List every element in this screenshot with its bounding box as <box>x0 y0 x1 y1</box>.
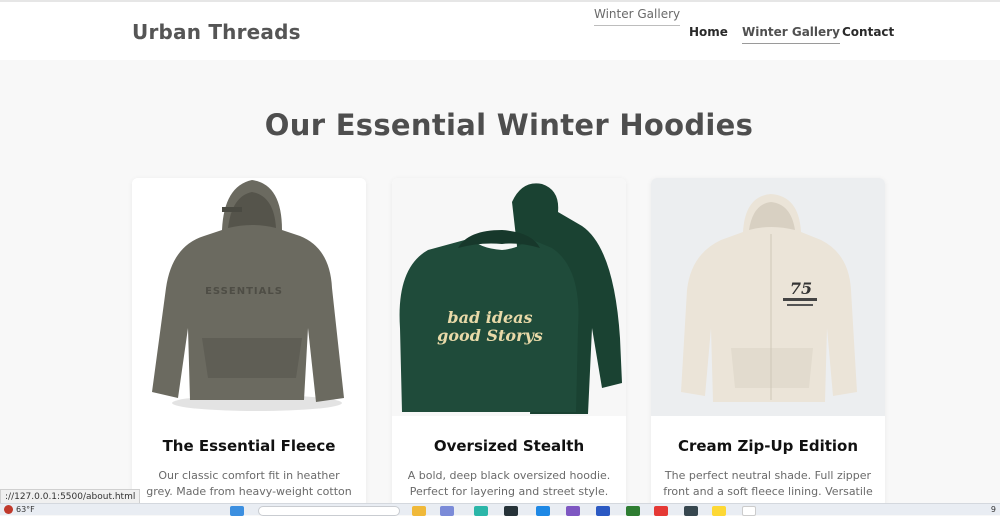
hoodie-print-text: ESSENTIALS <box>205 286 283 297</box>
nav-contact[interactable]: Contact <box>842 25 894 39</box>
weather-temp: 63°F <box>16 505 35 514</box>
product-card-essential-fleece[interactable]: ESSENTIALS The Essential Fleece Our clas… <box>132 178 366 508</box>
weather-widget[interactable]: 63°F <box>4 505 35 514</box>
product-description: A bold, deep black oversized hoodie. Per… <box>407 469 611 498</box>
product-description: The perfect neutral shade. Full zipper f… <box>663 469 873 498</box>
weather-icon <box>4 505 13 514</box>
nav-tooltip: Winter Gallery <box>594 7 681 26</box>
product-title[interactable]: The Essential Fleece <box>132 437 366 455</box>
product-title[interactable]: Oversized Stealth <box>392 437 626 455</box>
nav-home[interactable]: Home <box>689 25 728 39</box>
brand-logo[interactable]: Urban Threads <box>132 20 301 44</box>
product-image-grey-hoodie: ESSENTIALS <box>132 178 366 416</box>
os-taskbar: 63°F 9 <box>0 503 1000 516</box>
taskbar-clock[interactable]: 9 <box>991 505 996 514</box>
product-card-cream-zipup[interactable]: 75 Cream Zip-Up Edition The perfect neut… <box>651 178 885 508</box>
product-title[interactable]: Cream Zip-Up Edition <box>651 437 885 455</box>
product-image-cream-hoodie: 75 <box>651 178 885 416</box>
product-description: Our classic comfort fit in heather grey.… <box>146 469 352 508</box>
product-card-oversized-stealth[interactable]: bad ideas good Storys Oversized Stealth … <box>392 178 626 508</box>
hoodie-print-line2: good Storys <box>437 326 543 345</box>
product-image-green-hoodie: bad ideas good Storys <box>392 178 626 416</box>
page-title: Our Essential Winter Hoodies <box>264 108 754 142</box>
site-header: Urban Threads Winter Gallery Home Winter… <box>0 0 1000 60</box>
nav-winter-gallery[interactable]: Winter Gallery <box>742 25 840 44</box>
hoodie-print-line1: bad ideas <box>447 308 532 327</box>
hoodie-print-text: 75 <box>790 279 812 298</box>
